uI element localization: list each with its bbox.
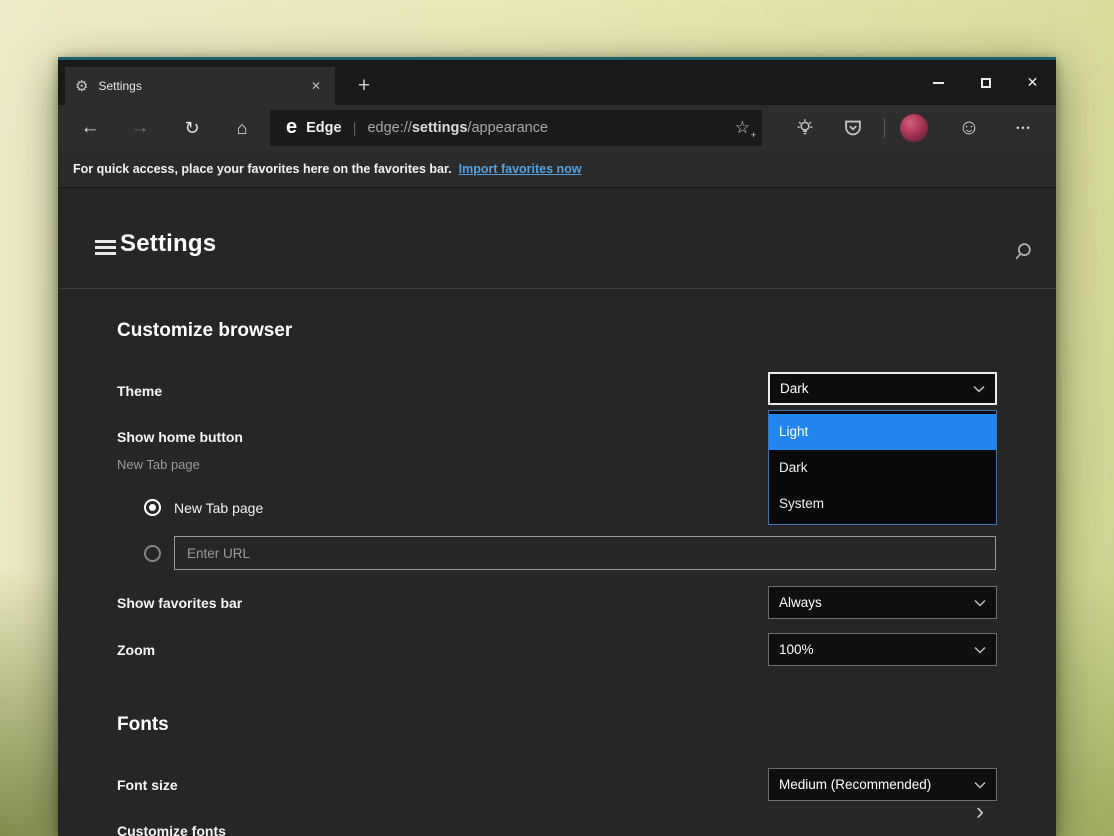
- chevron-down-icon: [974, 599, 986, 607]
- show-home-button-sublabel: New Tab page: [117, 457, 200, 472]
- refresh-button[interactable]: ↻: [175, 105, 209, 151]
- import-favorites-link[interactable]: Import favorites now: [459, 162, 582, 176]
- address-bar[interactable]: e Edge | edge://settings/appearance ☆+: [270, 110, 762, 146]
- radio-new-tab-page-label: New Tab page: [174, 500, 263, 516]
- show-home-button-label: Show home button: [117, 429, 243, 445]
- zoom-label: Zoom: [117, 642, 155, 658]
- more-options-icon[interactable]: •••: [1004, 105, 1044, 151]
- tab-close-icon[interactable]: ✕: [307, 77, 325, 95]
- hamburger-menu-icon[interactable]: [95, 240, 116, 255]
- window-controls: ✕: [915, 60, 1056, 105]
- theme-option-light[interactable]: Light: [769, 414, 996, 450]
- radio-new-tab-page[interactable]: [144, 499, 161, 516]
- customize-fonts-label[interactable]: Customize fonts: [117, 823, 226, 836]
- toolbar-divider: [884, 118, 885, 138]
- minimize-button[interactable]: [915, 60, 962, 105]
- desktop-background: ⚙ Settings ✕ + ✕ ← → ↻ ⌂ e Edge | edge:/…: [0, 0, 1114, 836]
- lightbulb-extension-icon[interactable]: [789, 112, 821, 144]
- profile-avatar[interactable]: [900, 114, 928, 142]
- favorites-bar-notification: For quick access, place your favorites h…: [58, 151, 1056, 188]
- page-title: Settings: [120, 230, 216, 258]
- notification-message: For quick access, place your favorites h…: [73, 162, 452, 176]
- section-heading-customize-browser: Customize browser: [117, 320, 292, 342]
- section-heading-fonts: Fonts: [117, 714, 169, 736]
- add-favorite-star-icon[interactable]: ☆+: [735, 118, 750, 138]
- tab-title: Settings: [98, 79, 306, 93]
- url-text: edge://settings/appearance: [367, 120, 548, 136]
- edge-logo-icon: e: [286, 116, 297, 139]
- theme-dropdown-menu: Light Dark System: [768, 410, 997, 525]
- settings-page: Settings Customize browser Theme Dark: [58, 188, 1056, 836]
- zoom-select[interactable]: 100%: [768, 633, 997, 666]
- gear-icon: ⚙: [75, 77, 88, 95]
- brand-label: Edge: [306, 120, 341, 136]
- tab-settings[interactable]: ⚙ Settings ✕: [65, 67, 335, 105]
- home-button[interactable]: ⌂: [225, 105, 259, 151]
- address-separator: |: [353, 120, 357, 137]
- chevron-down-icon: [974, 646, 986, 654]
- maximize-icon: [981, 78, 991, 88]
- chevron-right-icon[interactable]: ›: [976, 798, 984, 826]
- back-button[interactable]: ←: [73, 105, 107, 151]
- font-size-label: Font size: [117, 777, 178, 793]
- show-favorites-bar-label: Show favorites bar: [117, 595, 242, 611]
- close-window-button[interactable]: ✕: [1009, 60, 1056, 105]
- theme-option-system[interactable]: System: [769, 486, 996, 522]
- minimize-icon: [933, 82, 944, 84]
- chevron-down-icon: [974, 781, 986, 789]
- theme-label: Theme: [117, 383, 162, 399]
- forward-button[interactable]: →: [123, 105, 157, 151]
- theme-option-dark[interactable]: Dark: [769, 450, 996, 486]
- pocket-extension-icon[interactable]: [837, 112, 869, 144]
- search-icon[interactable]: [1010, 238, 1036, 264]
- show-favorites-bar-select[interactable]: Always: [768, 586, 997, 619]
- navigation-bar: ← → ↻ ⌂ e Edge | edge://settings/appeara…: [58, 105, 1056, 151]
- home-url-input[interactable]: [174, 536, 996, 570]
- new-tab-button[interactable]: +: [350, 72, 378, 100]
- settings-content: Customize browser Theme Dark Light Dark …: [58, 290, 1056, 836]
- theme-select[interactable]: Dark: [768, 372, 997, 405]
- radio-custom-url[interactable]: [144, 545, 161, 562]
- tab-bar: ⚙ Settings ✕ + ✕: [58, 60, 1056, 105]
- chevron-down-icon: [973, 385, 985, 393]
- font-size-select[interactable]: Medium (Recommended): [768, 768, 997, 801]
- feedback-smiley-icon[interactable]: ☺: [952, 105, 986, 151]
- maximize-button[interactable]: [962, 60, 1009, 105]
- settings-header: Settings: [58, 188, 1056, 289]
- browser-window: ⚙ Settings ✕ + ✕ ← → ↻ ⌂ e Edge | edge:/…: [58, 57, 1056, 836]
